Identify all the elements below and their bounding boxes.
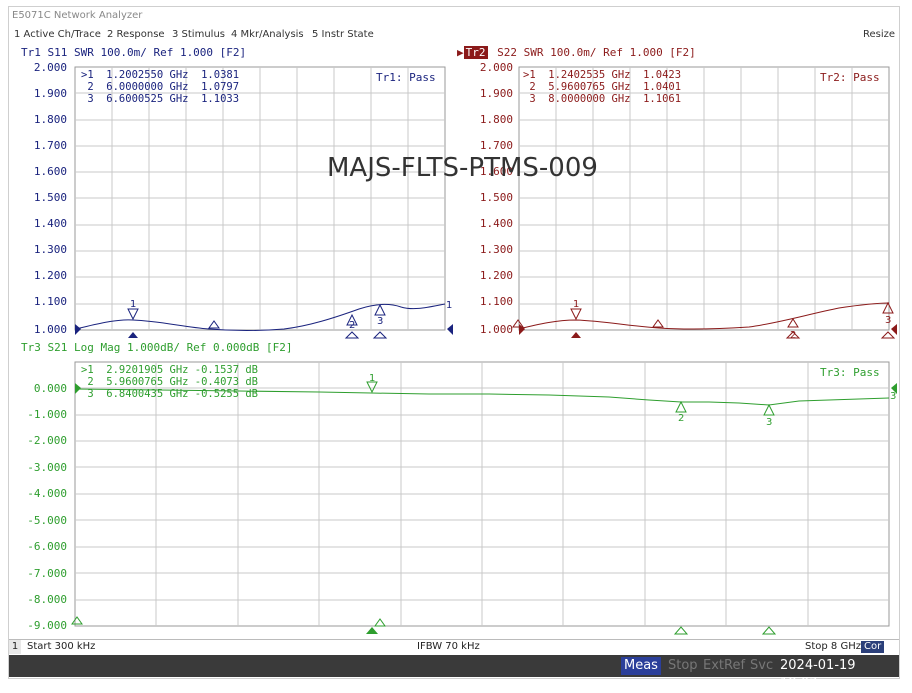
svc-status[interactable]: Svc (747, 657, 776, 675)
watermark-text: MAJS-FLTS-PTMS-009 (327, 153, 598, 183)
tr3-trace-end-label: 3 (890, 391, 896, 402)
tr1-marker-3-label: 3 (377, 316, 383, 327)
tr3-pass-status: Tr3: Pass (820, 366, 880, 379)
meas-status[interactable]: Meas (621, 657, 661, 675)
tr2-marker-ref-icon (652, 319, 664, 328)
tr1-marker-readout: 2 6.0000000 GHz 1.0797 (81, 81, 240, 93)
stop-status[interactable]: Stop (665, 657, 701, 675)
tr1-marker-2-label: 2 (349, 320, 355, 331)
tr1-marker-3-icon (374, 303, 386, 316)
tr2-marker-2-icon (787, 318, 799, 328)
network-analyzer-window: E5071C Network Analyzer 1 Active Ch/Trac… (8, 6, 900, 691)
tr2-pass-status: Tr2: Pass (820, 71, 880, 84)
tr3-marker-1-label: 1 (369, 373, 375, 384)
tr2-marker-readout: >1 1.2402535 GHz 1.0423 (523, 69, 682, 81)
tr2-marker-readout: 3 8.0000000 GHz 1.1061 (523, 93, 682, 105)
tr1-trace-end-label: 1 (446, 300, 452, 311)
instrument-status-bar: Meas Stop ExtRef Svc 2024-01-19 18:03 (9, 655, 899, 691)
tr3-marker-readout: 3 6.8400435 GHz -0.5255 dB (81, 388, 259, 400)
tr3-marker-bottom-icon (374, 618, 386, 627)
tr3-marker-3-bottom-icon (761, 626, 777, 635)
correction-indicator[interactable]: Cor (861, 641, 885, 653)
tr3-marker-3-label: 3 (766, 417, 772, 428)
tr1-ref-arrow-right (447, 324, 453, 335)
tr2-grid (518, 66, 890, 331)
tr3-marker-readout: >1 2.9201905 GHz -0.1537 dB (81, 364, 259, 376)
tr2-marker-readout: 2 5.9600765 GHz 1.0401 (523, 81, 682, 93)
tr1-grid (74, 66, 446, 331)
tr3-active-marker-bottom-icon (366, 627, 378, 634)
tr1-marker-1-icon (127, 308, 139, 321)
tr3-grid (74, 361, 890, 627)
tr1-marker-3-bottom-icon (372, 331, 388, 339)
tr3-marker-2-label: 2 (678, 413, 684, 424)
datetime-display: 2024-01-19 18:03 (780, 658, 856, 691)
ifbw-value[interactable]: IFBW 70 kHz (417, 641, 480, 652)
tr3-marker-3-icon (763, 403, 775, 416)
tr1-marker-readout: 3 6.6000525 GHz 1.1033 (81, 93, 240, 105)
tr2-marker-left-icon (512, 319, 524, 328)
tr1-marker-1-label: 1 (130, 299, 136, 310)
tr3-marker-left-icon (71, 616, 83, 625)
tr2-marker-1-icon (570, 308, 582, 321)
tr1-marker-2-bottom-icon (344, 331, 360, 339)
tr2-marker-3-label: 3 (885, 315, 891, 326)
tr2-marker-1-label: 1 (573, 299, 579, 310)
tr1-ref-arrow-left (75, 324, 81, 335)
channel-stimulus-bar: 1 Start 300 kHz IFBW 70 kHz Stop 8 GHz C… (9, 639, 899, 654)
extref-status[interactable]: ExtRef (700, 657, 748, 675)
tr2-marker-3-bottom-icon (880, 331, 896, 339)
tr1-marker-ref-icon (208, 320, 220, 329)
tr3-marker-2-bottom-icon (673, 626, 689, 635)
stop-frequency[interactable]: Stop 8 GHz (805, 641, 861, 652)
tr2-active-marker-bottom-icon (571, 332, 581, 338)
tr1-active-marker-bottom-icon (128, 332, 138, 338)
tr1-marker-readout: >1 1.2002550 GHz 1.0381 (81, 69, 240, 81)
tr2-ref-arrow-right (891, 324, 897, 335)
tr3-marker-2-icon (675, 400, 687, 413)
channel-number[interactable]: 1 (9, 640, 21, 654)
start-frequency[interactable]: Start 300 kHz (27, 641, 95, 652)
tr1-pass-status: Tr1: Pass (376, 71, 436, 84)
tr3-marker-readout: 2 5.9600765 GHz -0.4073 dB (81, 376, 259, 388)
